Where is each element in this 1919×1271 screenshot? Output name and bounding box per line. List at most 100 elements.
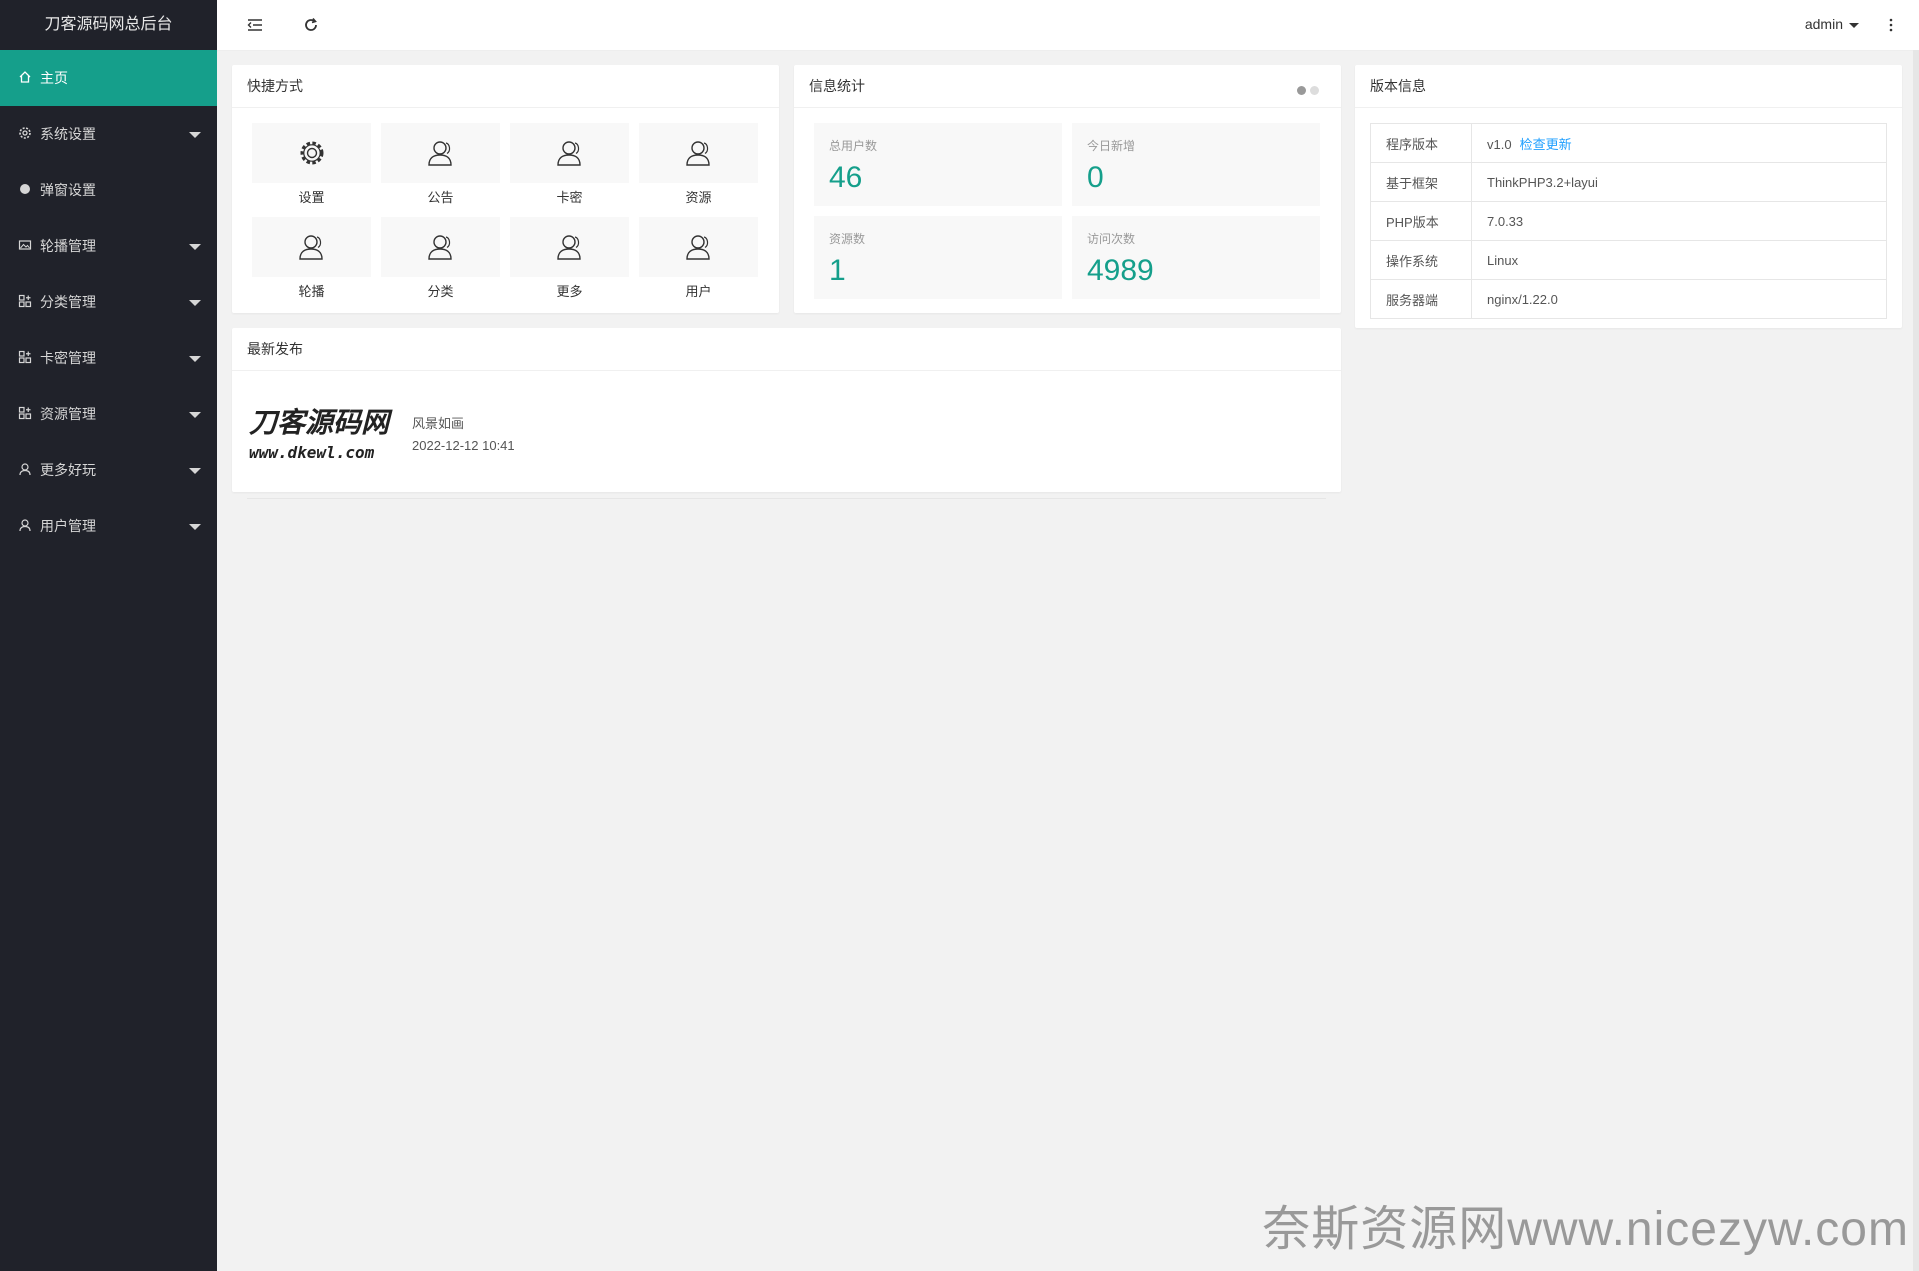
quick-label: 设置	[298, 190, 325, 205]
more-vertical-icon[interactable]	[1883, 16, 1899, 34]
app-title: 刀客源码网总后台	[0, 0, 217, 50]
row-key: PHP版本	[1370, 201, 1472, 241]
sidebar-item-users[interactable]: 用户管理	[0, 498, 217, 554]
table-row: PHP版本 7.0.33	[1370, 201, 1887, 241]
table-row: 程序版本 v1.0 检查更新	[1370, 123, 1887, 163]
row-key: 基于框架	[1370, 162, 1472, 202]
sidebar-item-label: 弹窗设置	[40, 182, 96, 198]
row-key: 操作系统	[1370, 240, 1472, 280]
apps-icon	[18, 350, 32, 364]
table-row: 服务器端 nginx/1.22.0	[1370, 279, 1887, 319]
quick-card: 快捷方式 设置 公告 卡密 资源 轮播 分类 更多 用户	[232, 65, 779, 313]
stat-value: 4989	[1087, 254, 1154, 287]
version-card: 版本信息 程序版本 v1.0 检查更新 基于框架 ThinkPHP3.2+layu…	[1355, 65, 1902, 328]
row-value: Linux	[1471, 240, 1887, 280]
stat-name: 今日新增	[1087, 139, 1136, 153]
sidebar-item-resources[interactable]: 资源管理	[0, 386, 217, 442]
sidebar-item-category[interactable]: 分类管理	[0, 274, 217, 330]
username: admin	[1804, 16, 1843, 32]
user-menu[interactable]: admin	[1805, 16, 1859, 32]
quick-label: 轮播	[298, 284, 325, 299]
row-key: 服务器端	[1370, 279, 1472, 319]
row-value: nginx/1.22.0	[1471, 279, 1887, 319]
post-date: 2022-12-12 10:41	[412, 438, 515, 453]
top-header: admin	[217, 0, 1919, 51]
gear-icon	[300, 141, 323, 165]
sidebar: 刀客源码网总后台 主页 系统设置 弹窗设置 轮播管理 分类管理 卡密管理 资源管…	[0, 0, 217, 1271]
row-value: ThinkPHP3.2+layui	[1471, 162, 1887, 202]
card-title: 最新发布	[232, 328, 1341, 371]
card-title: 版本信息	[1355, 65, 1902, 108]
sidebar-item-cardkey[interactable]: 卡密管理	[0, 330, 217, 386]
caret-down-icon	[1849, 22, 1859, 28]
quick-category[interactable]: 分类	[381, 217, 500, 301]
sidebar-item-label: 卡密管理	[40, 350, 96, 366]
user-icon	[556, 141, 581, 166]
stat-value: 46	[829, 161, 863, 194]
sidebar-item-label: 轮播管理	[40, 238, 96, 254]
carousel-indicator	[1293, 82, 1319, 100]
user-icon	[556, 235, 581, 260]
image-icon	[18, 238, 32, 252]
quick-label: 用户	[685, 284, 712, 299]
quick-notice[interactable]: 公告	[381, 123, 500, 207]
stat-today-new: 今日新增 0	[1072, 123, 1320, 206]
quick-settings[interactable]: 设置	[252, 123, 371, 207]
row-value: v1.0	[1487, 136, 1512, 152]
post-title[interactable]: 风景如画	[412, 413, 464, 432]
post-item[interactable]: 刀客源码网 www.dkewl.com 风景如画 2022-12-12 10:4…	[247, 388, 1326, 499]
sidebar-item-carousel[interactable]: 轮播管理	[0, 218, 217, 274]
caret-down-icon	[189, 468, 201, 474]
stat-name: 访问次数	[1087, 232, 1136, 246]
quick-users[interactable]: 用户	[639, 217, 758, 301]
quick-cardkey[interactable]: 卡密	[510, 123, 629, 207]
stat-name: 总用户数	[829, 139, 878, 153]
caret-down-icon	[189, 300, 201, 306]
sidebar-item-label: 用户管理	[40, 518, 96, 534]
quick-label: 公告	[427, 190, 454, 205]
user-icon	[298, 235, 323, 260]
quick-more[interactable]: 更多	[510, 217, 629, 301]
scrollbar-track[interactable]	[1913, 50, 1919, 1271]
sidebar-item-label: 更多好玩	[40, 462, 96, 478]
sidebar-item-popup-settings[interactable]: 弹窗设置	[0, 162, 217, 218]
logo-url: www.dkewl.com	[249, 443, 375, 462]
stat-value: 0	[1087, 161, 1104, 194]
stat-visits: 访问次数 4989	[1072, 216, 1320, 299]
gear-icon	[18, 126, 32, 140]
post-thumbnail-logo[interactable]: 刀客源码网 www.dkewl.com	[247, 400, 397, 464]
carousel-dot[interactable]	[1310, 86, 1319, 95]
caret-down-icon	[189, 132, 201, 138]
home-icon	[18, 70, 32, 84]
user-icon	[427, 141, 452, 166]
quick-carousel[interactable]: 轮播	[252, 217, 371, 301]
caret-down-icon	[189, 244, 201, 250]
apps-icon	[18, 406, 32, 420]
user-icon	[685, 235, 710, 260]
sidebar-item-home[interactable]: 主页	[0, 50, 217, 106]
row-key: 程序版本	[1370, 123, 1472, 163]
table-row: 基于框架 ThinkPHP3.2+layui	[1370, 162, 1887, 202]
quick-label: 卡密	[556, 190, 583, 205]
sidebar-item-system-settings[interactable]: 系统设置	[0, 106, 217, 162]
caret-down-icon	[189, 524, 201, 530]
check-update-link[interactable]: 检查更新	[1520, 137, 1572, 152]
user-icon	[685, 141, 710, 166]
card-title: 快捷方式	[232, 65, 779, 108]
circle-icon	[18, 182, 32, 196]
stats-card: 信息统计 总用户数 46 今日新增 0 资源数 1 访问次数 4989	[794, 65, 1341, 313]
quick-resources[interactable]: 资源	[639, 123, 758, 207]
carousel-dot-active[interactable]	[1297, 86, 1306, 95]
sidebar-item-more-fun[interactable]: 更多好玩	[0, 442, 217, 498]
user-icon	[18, 518, 32, 532]
menu-collapse-icon[interactable]	[245, 15, 265, 35]
watermark: 奈斯资源网www.nicezyw.com	[1262, 1203, 1909, 1256]
sidebar-item-label: 系统设置	[40, 126, 96, 142]
refresh-icon[interactable]	[301, 15, 321, 35]
sidebar-item-label: 主页	[40, 70, 68, 86]
stat-value: 1	[829, 254, 846, 287]
caret-down-icon	[189, 412, 201, 418]
sidebar-item-label: 资源管理	[40, 406, 96, 422]
stat-total-users: 总用户数 46	[814, 123, 1062, 206]
user-icon	[427, 235, 452, 260]
